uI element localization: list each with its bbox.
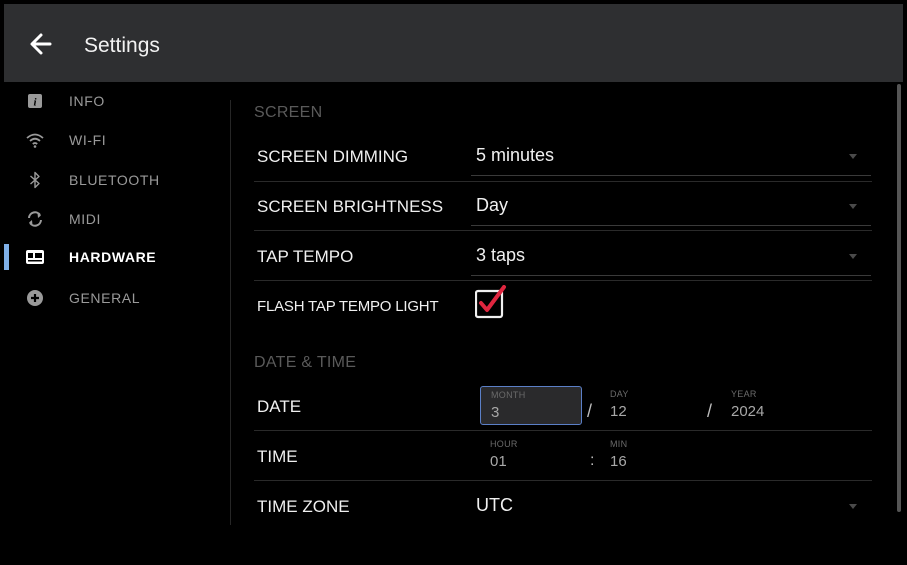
select-value: 5 minutes xyxy=(476,145,555,165)
section-title-screen: SCREEN xyxy=(254,104,323,121)
back-button[interactable] xyxy=(26,28,58,60)
tap-tempo-select[interactable]: 3 taps xyxy=(471,236,871,276)
scrollbar[interactable] xyxy=(897,84,901,512)
checkmark-icon xyxy=(475,285,506,319)
year-caption: YEAR xyxy=(731,389,757,399)
chevron-down-icon xyxy=(849,254,857,259)
day-caption: DAY xyxy=(610,389,629,399)
time-label: TIME xyxy=(257,447,298,466)
day-value: 12 xyxy=(610,403,627,420)
sidebar-item-wifi[interactable]: WI-FI xyxy=(4,121,230,159)
row-divider xyxy=(254,480,872,481)
plus-circle-icon xyxy=(26,289,44,307)
sidebar-item-hardware[interactable]: HARDWARE xyxy=(4,238,230,276)
screen-dimming-select[interactable]: 5 minutes xyxy=(471,136,871,176)
sidebar-item-bluetooth[interactable]: BLUETOOTH xyxy=(4,161,230,199)
sidebar: i INFO WI-FI BLUETOOTH MIDI HARDWARE GEN… xyxy=(4,82,230,542)
row-divider xyxy=(254,430,872,431)
screen-brightness-select[interactable]: Day xyxy=(471,186,871,226)
sidebar-item-label: WI-FI xyxy=(69,132,107,148)
top-bar: Settings xyxy=(4,4,903,82)
minute-value: 16 xyxy=(610,453,627,470)
time-zone-select[interactable]: UTC xyxy=(471,486,871,526)
date-separator: / xyxy=(707,401,713,421)
flash-tap-tempo-light-checkbox[interactable] xyxy=(475,285,506,319)
wifi-icon xyxy=(26,131,44,149)
section-title-date-time: DATE & TIME xyxy=(254,354,357,371)
tap-tempo-label: TAP TEMPO xyxy=(257,247,354,266)
sync-icon xyxy=(26,210,44,228)
time-zone-label: TIME ZONE xyxy=(257,497,350,516)
sidebar-item-info[interactable]: i INFO xyxy=(4,82,230,120)
date-label: DATE xyxy=(257,397,302,416)
screen-dimming-label: SCREEN DIMMING xyxy=(257,147,409,166)
date-separator: / xyxy=(587,401,593,421)
chevron-down-icon xyxy=(849,204,857,209)
hardware-icon xyxy=(26,248,44,266)
year-field[interactable]: YEAR 2024 xyxy=(721,386,831,423)
select-value: UTC xyxy=(476,495,513,515)
month-value: 3 xyxy=(491,404,500,421)
bluetooth-icon xyxy=(26,171,44,189)
sidebar-item-label: MIDI xyxy=(69,211,101,227)
page-title: Settings xyxy=(84,34,160,57)
month-caption: MONTH xyxy=(491,390,526,400)
row-divider xyxy=(254,280,872,281)
day-field[interactable]: DAY 12 xyxy=(600,386,700,423)
sidebar-item-midi[interactable]: MIDI xyxy=(4,200,230,238)
select-value: Day xyxy=(476,195,509,215)
sidebar-item-label: GENERAL xyxy=(69,290,141,306)
month-field[interactable]: MONTH 3 xyxy=(480,386,582,425)
chevron-down-icon xyxy=(849,504,857,509)
info-icon: i xyxy=(26,92,44,110)
active-indicator xyxy=(4,244,9,270)
sidebar-item-label: BLUETOOTH xyxy=(69,172,160,188)
sidebar-item-label: HARDWARE xyxy=(69,249,157,265)
year-value: 2024 xyxy=(731,403,765,420)
hour-caption: HOUR xyxy=(490,439,518,449)
select-value: 3 taps xyxy=(476,245,526,265)
minute-field[interactable]: MIN 16 xyxy=(600,436,700,473)
arrow-left-icon xyxy=(30,33,52,55)
chevron-down-icon xyxy=(849,154,857,159)
row-divider xyxy=(254,181,872,182)
hour-field[interactable]: HOUR 01 xyxy=(480,436,580,473)
hour-value: 01 xyxy=(490,453,507,470)
flash-tap-tempo-light-label: FLASH TAP TEMPO LIGHT xyxy=(257,298,439,315)
time-separator: : xyxy=(590,452,595,469)
minute-caption: MIN xyxy=(610,439,628,449)
screen-brightness-label: SCREEN BRIGHTNESS xyxy=(257,197,444,216)
row-divider xyxy=(254,230,872,231)
divider xyxy=(230,100,231,525)
sidebar-item-general[interactable]: GENERAL xyxy=(4,279,230,317)
sidebar-item-label: INFO xyxy=(69,93,105,109)
